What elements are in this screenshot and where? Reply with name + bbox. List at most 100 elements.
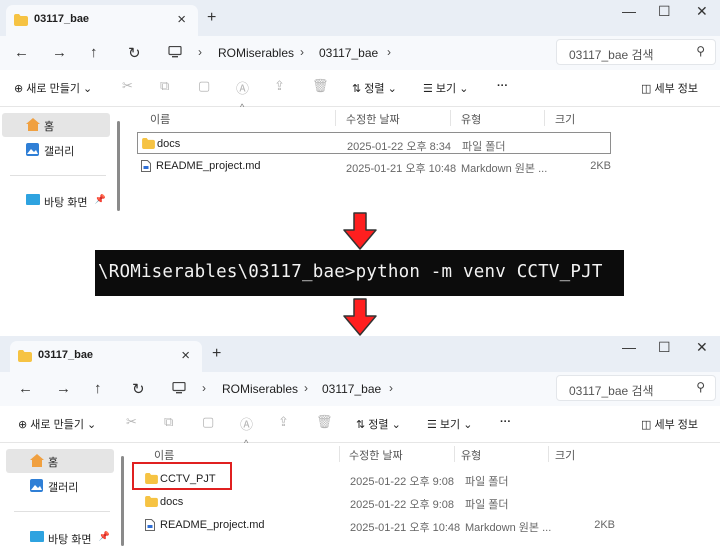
breadcrumb-item[interactable]: 03117_bae bbox=[319, 46, 378, 60]
forward-button[interactable]: → bbox=[56, 380, 71, 397]
sidebar-item-gallery[interactable]: 갤러리 bbox=[6, 474, 114, 498]
new-button[interactable]: ⊕ 새로 만들기 ⌄ bbox=[14, 80, 92, 96]
column-header-size[interactable]: 크기 bbox=[555, 447, 575, 463]
sort-button[interactable]: ⇅ 정렬 ⌄ bbox=[352, 80, 397, 96]
minimize-button[interactable]: — bbox=[622, 339, 636, 355]
back-button[interactable]: ← bbox=[18, 380, 33, 397]
file-row-readme[interactable]: README_project.md 2025-01-21 오후 10:48 Ma… bbox=[137, 155, 611, 177]
column-header-name[interactable]: 이름 bbox=[150, 111, 170, 127]
sort-button[interactable]: ⇅ 정렬 ⌄ bbox=[356, 416, 401, 432]
paste-icon[interactable]: ▢ bbox=[198, 78, 210, 94]
chevron-right-icon: › bbox=[202, 381, 206, 395]
folder-icon bbox=[18, 350, 32, 362]
breadcrumb-item[interactable]: ROMiserables bbox=[222, 382, 298, 396]
file-name: README_project.md bbox=[160, 519, 265, 531]
view-button[interactable]: ☰ 보기 ⌄ bbox=[423, 80, 468, 96]
search-placeholder: 03117_bae 검색 bbox=[569, 48, 654, 62]
file-icon bbox=[141, 160, 151, 172]
forward-button[interactable]: → bbox=[52, 44, 67, 61]
column-divider[interactable] bbox=[548, 446, 549, 462]
copy-icon[interactable]: ⧉ bbox=[164, 414, 173, 430]
red-down-arrow-icon bbox=[343, 298, 377, 336]
rename-icon[interactable]: Ⓐ bbox=[240, 414, 253, 433]
copy-icon[interactable]: ⧉ bbox=[160, 78, 169, 94]
column-header-date[interactable]: 수정한 날짜 bbox=[349, 447, 403, 463]
column-header-type[interactable]: 유형 bbox=[461, 111, 481, 127]
search-input[interactable]: 03117_bae 검색 ⚲ bbox=[556, 375, 716, 401]
up-button[interactable]: ↑ bbox=[94, 380, 102, 397]
sidebar-item-gallery[interactable]: 갤러리 bbox=[2, 138, 110, 162]
column-divider[interactable] bbox=[339, 446, 340, 462]
file-row-docs[interactable]: docs 2025-01-22 오후 8:34 파일 폴더 bbox=[137, 132, 611, 154]
sidebar-item-home[interactable]: 홈 bbox=[2, 113, 110, 137]
rename-icon[interactable]: Ⓐ bbox=[236, 78, 249, 97]
new-tab-button[interactable]: + bbox=[207, 9, 216, 27]
breadcrumb-item[interactable]: 03117_bae bbox=[322, 382, 381, 396]
file-icon bbox=[145, 519, 155, 531]
highlight-new-folder-box bbox=[132, 462, 232, 490]
column-header-size[interactable]: 크기 bbox=[555, 111, 575, 127]
pin-icon[interactable]: 📌 bbox=[99, 531, 110, 542]
tab-03117-bae[interactable]: 03117_bae × bbox=[10, 341, 202, 372]
up-button[interactable]: ↑ bbox=[90, 44, 98, 61]
details-button[interactable]: ◫ 세부 정보 bbox=[641, 416, 698, 432]
delete-icon[interactable]: 🗑 bbox=[316, 414, 333, 430]
details-button[interactable]: ◫ 세부 정보 bbox=[641, 80, 698, 96]
delete-icon[interactable]: 🗑 bbox=[312, 78, 329, 94]
refresh-button[interactable]: ↻ bbox=[128, 44, 141, 62]
paste-icon[interactable]: ▢ bbox=[202, 414, 214, 430]
sidebar-item-desktop[interactable]: 바탕 화면 📌 bbox=[6, 526, 114, 550]
address-bar-row: ← → ↑ ↻ › ROMiserables › 03117_bae › 031… bbox=[0, 36, 720, 70]
more-options-button[interactable]: ··· bbox=[497, 80, 508, 92]
column-divider[interactable] bbox=[454, 446, 455, 462]
file-row-docs[interactable]: docs 2025-01-22 오후 9:08 파일 폴더 bbox=[141, 491, 615, 513]
back-button[interactable]: ← bbox=[14, 44, 29, 61]
sidebar-item-label: 홈 bbox=[44, 121, 55, 133]
chevron-right-icon: › bbox=[387, 45, 391, 59]
close-button[interactable]: ✕ bbox=[696, 339, 708, 356]
file-list: ^ 이름 수정한 날짜 유형 크기 docs 2025-01-22 오후 8:3… bbox=[128, 102, 720, 212]
maximize-button[interactable]: ☐ bbox=[658, 339, 671, 356]
maximize-button[interactable]: ☐ bbox=[658, 3, 671, 20]
column-header-type[interactable]: 유형 bbox=[461, 447, 481, 463]
breadcrumb-item[interactable]: ROMiserables bbox=[218, 46, 294, 60]
new-button[interactable]: ⊕ 새로 만들기 ⌄ bbox=[18, 416, 96, 432]
refresh-button[interactable]: ↻ bbox=[132, 380, 145, 398]
file-row-readme[interactable]: README_project.md 2025-01-21 오후 10:48 Ma… bbox=[141, 514, 615, 536]
view-button[interactable]: ☰ 보기 ⌄ bbox=[427, 416, 472, 432]
close-tab-icon[interactable]: × bbox=[181, 347, 190, 364]
cut-icon[interactable]: ✂ bbox=[122, 78, 133, 94]
sidebar-scrollbar[interactable] bbox=[117, 121, 120, 211]
column-divider[interactable] bbox=[335, 110, 336, 126]
minimize-button[interactable]: — bbox=[622, 3, 636, 19]
computer-icon bbox=[172, 382, 186, 394]
cut-icon[interactable]: ✂ bbox=[126, 414, 137, 430]
column-header-name[interactable]: 이름 bbox=[154, 447, 174, 463]
share-icon[interactable]: ⇪ bbox=[278, 414, 289, 430]
address-field[interactable]: › ROMiserables › 03117_bae › bbox=[162, 375, 552, 401]
search-input[interactable]: 03117_bae 검색 ⚲ bbox=[556, 39, 716, 65]
address-field[interactable]: › ROMiserables › 03117_bae › bbox=[158, 39, 548, 65]
folder-icon bbox=[145, 496, 158, 507]
sidebar-item-label: 갤러리 bbox=[44, 146, 75, 158]
sidebar-scrollbar[interactable] bbox=[121, 456, 124, 546]
new-tab-button[interactable]: + bbox=[212, 345, 221, 363]
sidebar-item-home[interactable]: 홈 bbox=[6, 449, 114, 473]
file-date: 2025-01-22 오후 8:34 bbox=[347, 141, 452, 153]
close-tab-icon[interactable]: × bbox=[177, 11, 186, 28]
more-options-button[interactable]: ··· bbox=[500, 416, 511, 428]
details-button-label: 세부 정보 bbox=[654, 419, 698, 431]
tab-03117-bae[interactable]: 03117_bae × bbox=[6, 5, 198, 36]
sidebar-item-desktop[interactable]: 바탕 화면 📌 bbox=[2, 189, 110, 212]
close-button[interactable]: ✕ bbox=[696, 3, 708, 20]
home-icon bbox=[26, 118, 40, 131]
column-header-date[interactable]: 수정한 날짜 bbox=[346, 111, 400, 127]
desktop-icon bbox=[26, 194, 40, 205]
column-divider[interactable] bbox=[544, 110, 545, 126]
sidebar-item-label: 홈 bbox=[48, 457, 59, 469]
share-icon[interactable]: ⇪ bbox=[274, 78, 285, 94]
sidebar-item-label: 바탕 화면 bbox=[48, 534, 92, 546]
navigation-pane: 홈 갤러리 바탕 화면 📌 bbox=[0, 443, 118, 550]
column-divider[interactable] bbox=[450, 110, 451, 126]
pin-icon[interactable]: 📌 bbox=[95, 194, 106, 205]
